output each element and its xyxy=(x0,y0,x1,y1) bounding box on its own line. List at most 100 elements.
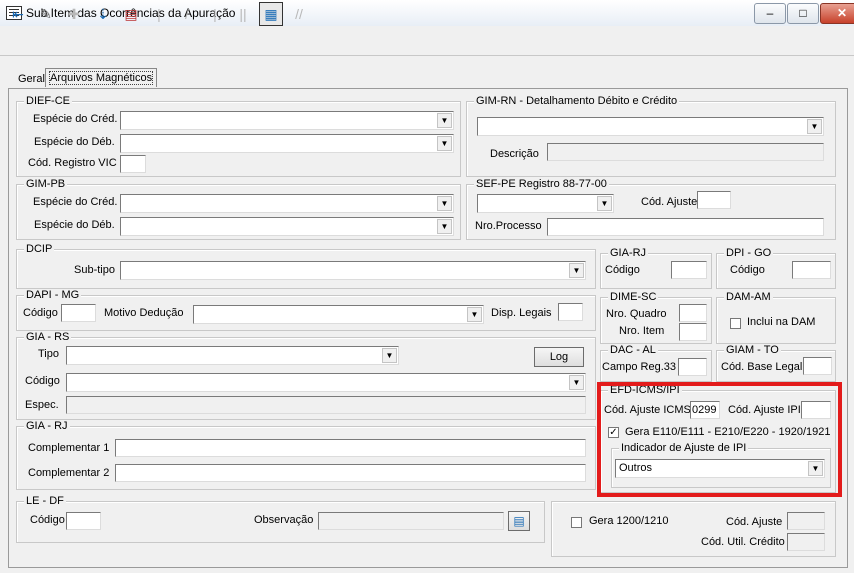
group-legend: LE - DF xyxy=(24,495,66,507)
motivo-deducao-select[interactable]: ▼ xyxy=(193,305,484,324)
group-dime-sc: DIME-SC Nro. Quadro Nro. Item xyxy=(600,291,712,344)
descricao-label: Descrição xyxy=(490,148,539,160)
group-legend: GIA-RJ xyxy=(608,247,649,259)
especie-cred-select[interactable]: ▼ xyxy=(120,111,454,130)
gim-rn-select[interactable]: ▼ xyxy=(477,117,824,136)
cod-registro-vic-input[interactable] xyxy=(120,155,146,173)
dropdown-arrow-icon[interactable]: ▼ xyxy=(807,119,822,134)
group-legend: GIA - RS xyxy=(24,331,72,343)
first-record-icon[interactable]: | xyxy=(147,2,171,26)
group-sef-pe: SEF-PE Registro 88-77-00 ▼ Cód. Ajuste N… xyxy=(466,178,836,240)
grid-view-icon[interactable]: ▦ xyxy=(259,2,283,26)
tab-arquivos-magneticos[interactable]: Arquivos Magnéticos xyxy=(45,68,158,87)
dropdown-arrow-icon[interactable]: ▼ xyxy=(569,375,584,390)
especie-deb-select[interactable]: ▼ xyxy=(120,134,454,153)
close-button[interactable]: ✕ xyxy=(820,3,854,24)
group-gim-pb: GIM-PB Espécie do Créd. ▼ Espécie do Déb… xyxy=(16,178,461,240)
new-item-icon[interactable]: ✚ xyxy=(62,2,86,26)
tipo-label: Tipo xyxy=(38,348,59,360)
group-legend: DPI - GO xyxy=(724,247,774,259)
group-legend: SEF-PE Registro 88-77-00 xyxy=(474,178,609,190)
inclui-dam-label: Inclui na DAM xyxy=(747,316,816,328)
last-record-icon[interactable]: || xyxy=(231,2,255,26)
sef-pe-select[interactable]: ▼ xyxy=(477,194,614,213)
especie-deb-label: Espécie do Déb. xyxy=(34,136,115,148)
open-folder-icon[interactable]: ▤ xyxy=(119,2,143,26)
group-legend: GIA - RJ xyxy=(24,420,70,432)
dropdown-arrow-icon[interactable]: ▼ xyxy=(597,196,612,211)
campo-reg33-input[interactable] xyxy=(678,358,707,376)
next-record-icon[interactable]: | xyxy=(203,2,227,26)
group-gim-rn: GIM-RN - Detalhamento Débito e Crédito ▼… xyxy=(466,95,836,177)
especie-cred-label: Espécie do Créd. xyxy=(33,196,118,208)
inclui-dam-checkbox[interactable] xyxy=(730,318,741,329)
subtipo-label: Sub-tipo xyxy=(74,264,115,276)
maximize-button[interactable]: □ xyxy=(787,3,819,24)
gim-pb-especie-deb-select[interactable]: ▼ xyxy=(120,217,454,236)
group-le-df: LE - DF Código Observação ▤ xyxy=(16,495,545,543)
group-gera-1200: Gera 1200/1210 Cód. Ajuste Cód. Util. Cr… xyxy=(551,501,836,557)
dropdown-arrow-icon[interactable]: ▼ xyxy=(382,348,397,363)
especie-cred-label: Espécie do Créd. xyxy=(33,113,118,125)
cod-registro-vic-label: Cód. Registro VIC xyxy=(28,157,117,169)
codigo-label: Código xyxy=(730,264,765,276)
nro-item-input[interactable] xyxy=(679,323,707,341)
cod-base-legal-input[interactable] xyxy=(803,357,832,375)
group-dief-ce: DIEF-CE Espécie do Créd. ▼ Espécie do Dé… xyxy=(16,95,461,177)
dropdown-arrow-icon[interactable]: ▼ xyxy=(437,113,452,128)
campo-reg33-label: Campo Reg.33 xyxy=(602,361,676,373)
exit-icon[interactable]: ⇤ xyxy=(6,2,30,26)
le-df-codigo-input[interactable] xyxy=(66,512,101,530)
log-button[interactable]: Log xyxy=(534,347,584,367)
tab-geral[interactable]: Geral xyxy=(14,70,49,88)
espec-input[interactable] xyxy=(66,396,586,414)
observacao-editor-icon[interactable]: ▤ xyxy=(508,511,530,531)
observacao-label: Observação xyxy=(254,514,314,526)
save-download-icon[interactable]: ⇣ xyxy=(91,2,115,26)
group-legend: DIEF-CE xyxy=(24,95,72,107)
observacao-input[interactable] xyxy=(318,512,504,530)
dropdown-arrow-icon[interactable]: ▼ xyxy=(437,219,452,234)
cod-base-legal-label: Cód. Base Legal xyxy=(721,361,803,373)
dropdown-arrow-icon[interactable]: ▼ xyxy=(569,263,584,278)
minimize-button[interactable]: – xyxy=(754,3,786,24)
group-legend: DIME-SC xyxy=(608,291,659,303)
gim-pb-especie-cred-select[interactable]: ▼ xyxy=(120,194,454,213)
group-legend: GIM-RN - Detalhamento Débito e Crédito xyxy=(474,95,680,107)
group-dpi-go: DPI - GO Código xyxy=(716,247,836,289)
motivo-deducao-label: Motivo Dedução xyxy=(104,307,184,319)
nro-quadro-label: Nro. Quadro xyxy=(606,308,667,320)
cod-ajuste-label: Cód. Ajuste xyxy=(726,516,783,528)
group-dapi-mg: DAPI - MG Código Motivo Dedução ▼ Disp. … xyxy=(16,289,596,331)
dropdown-arrow-icon[interactable]: ▼ xyxy=(467,307,482,322)
codigo-label: Código xyxy=(25,375,60,387)
subtipo-select[interactable]: ▼ xyxy=(120,261,586,280)
gia-rs-codigo-select[interactable]: ▼ xyxy=(66,373,586,392)
complementar1-label: Complementar 1 xyxy=(28,442,110,454)
nro-processo-input[interactable] xyxy=(547,218,824,236)
cod-util-credito-input[interactable] xyxy=(787,533,825,551)
dropdown-arrow-icon[interactable]: ▼ xyxy=(437,196,452,211)
tipo-select[interactable]: ▼ xyxy=(66,346,399,365)
complementar2-input[interactable] xyxy=(115,464,586,482)
dapi-codigo-input[interactable] xyxy=(61,304,96,322)
descricao-input[interactable] xyxy=(547,143,824,161)
disp-legais-input[interactable] xyxy=(558,303,583,321)
nro-quadro-input[interactable] xyxy=(679,304,707,322)
highlight-box xyxy=(597,382,842,497)
group-gia-rj-codigo: GIA-RJ Código xyxy=(600,247,712,289)
codigo-label: Código xyxy=(605,264,640,276)
cod-ajuste-input[interactable] xyxy=(697,191,731,209)
gera-1200-checkbox[interactable] xyxy=(571,517,582,528)
gia-rj-codigo-input[interactable] xyxy=(671,261,707,279)
cod-util-credito-label: Cód. Util. Crédito xyxy=(701,536,785,548)
complementar2-label: Complementar 2 xyxy=(28,467,110,479)
dpi-go-codigo-input[interactable] xyxy=(792,261,831,279)
complementar1-input[interactable] xyxy=(115,439,586,457)
gera1200-cod-ajuste-input[interactable] xyxy=(787,512,825,530)
edit-pencil-icon[interactable]: ✎ xyxy=(34,2,58,26)
especie-deb-label: Espécie do Déb. xyxy=(34,219,115,231)
filter-icon[interactable]: // xyxy=(287,2,311,26)
prev-record-icon[interactable]: / xyxy=(175,2,199,26)
dropdown-arrow-icon[interactable]: ▼ xyxy=(437,136,452,151)
